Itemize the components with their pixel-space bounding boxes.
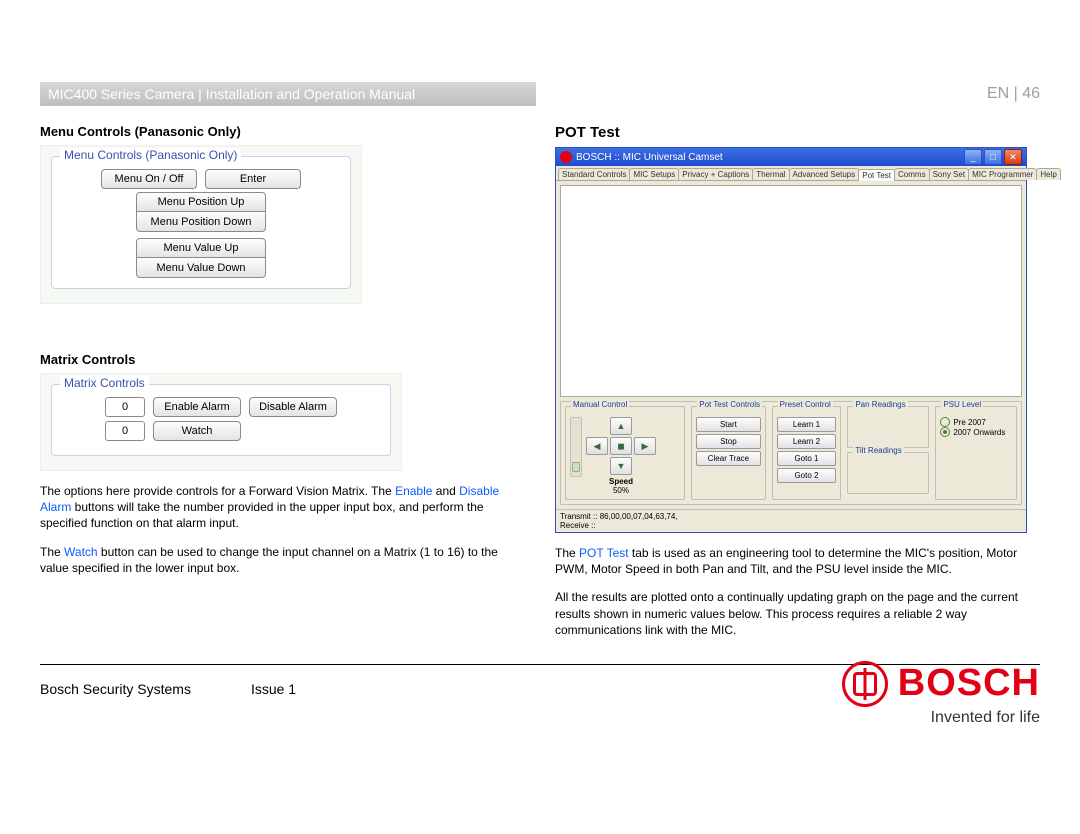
- tab-pot-test[interactable]: Pot Test: [858, 169, 895, 181]
- pot-test-heading: POT Test: [555, 124, 1040, 141]
- matrix-controls-panel: Matrix Controls Enable Alarm Disable Ala…: [40, 373, 402, 471]
- pot-test-controls-group: Pot Test Controls Start Stop Clear Trace: [691, 406, 765, 500]
- bosch-slogan: Invented for life: [842, 709, 1040, 727]
- maximize-button[interactable]: □: [984, 149, 1002, 165]
- watch-number-input[interactable]: [105, 421, 145, 441]
- matrix-description-2: The Watch button can be used to change t…: [40, 544, 525, 576]
- speed-label: Speed50%: [586, 477, 656, 495]
- tab-privacy-captions[interactable]: Privacy + Captions: [678, 168, 753, 180]
- bosch-logo-text: BOSCH: [898, 662, 1040, 705]
- preset-control-group: Preset Control Learn 1 Learn 2 Goto 1 Go…: [772, 406, 842, 500]
- receive-status: Receive ::: [560, 521, 1022, 530]
- camset-window: BOSCH :: MIC Universal Camset _ □ ✕ Stan…: [555, 147, 1027, 533]
- arrow-down-button[interactable]: ▼: [610, 457, 632, 475]
- menu-position-down-button[interactable]: Menu Position Down: [136, 212, 266, 232]
- menu-value-down-button[interactable]: Menu Value Down: [136, 258, 266, 278]
- tab-help[interactable]: Help: [1036, 168, 1060, 180]
- menu-value-up-button[interactable]: Menu Value Up: [136, 238, 266, 258]
- enable-alarm-button[interactable]: Enable Alarm: [153, 397, 241, 417]
- speed-slider[interactable]: [570, 417, 582, 477]
- status-bar: Transmit :: 86,00,00,07,04,63,74, Receiv…: [556, 509, 1026, 532]
- psu-level-group: PSU Level Pre 2007 2007 Onwards: [935, 406, 1017, 500]
- tab-bar: Standard ControlsMIC SetupsPrivacy + Cap…: [556, 166, 1026, 181]
- enter-button[interactable]: Enter: [205, 169, 301, 189]
- clear-trace-button[interactable]: Clear Trace: [696, 451, 760, 466]
- bosch-logo-icon: [842, 661, 888, 707]
- menu-controls-group: Menu Controls (Panasonic Only) Menu On /…: [51, 156, 351, 289]
- manual-control-group: Manual Control ▲ ◀ ◼ ▶: [565, 406, 685, 500]
- pan-readings-group: Pan Readings: [847, 406, 929, 448]
- learn-1-button[interactable]: Learn 1: [777, 417, 837, 432]
- lower-panel: Manual Control ▲ ◀ ◼ ▶: [560, 401, 1022, 505]
- footer-company: Bosch Security Systems: [40, 681, 191, 697]
- window-titlebar: BOSCH :: MIC Universal Camset _ □ ✕: [556, 148, 1026, 166]
- pot-test-description-1: The POT Test tab is used as an engineeri…: [555, 545, 1040, 577]
- tab-mic-setups[interactable]: MIC Setups: [629, 168, 679, 180]
- learn-2-button[interactable]: Learn 2: [777, 434, 837, 449]
- matrix-controls-group-title: Matrix Controls: [60, 376, 149, 390]
- manual-control-title: Manual Control: [571, 400, 629, 409]
- close-button[interactable]: ✕: [1004, 149, 1022, 165]
- goto-1-button[interactable]: Goto 1: [777, 451, 837, 466]
- matrix-description-1: The options here provide controls for a …: [40, 483, 525, 532]
- psu-level-title: PSU Level: [941, 400, 983, 409]
- app-icon: [560, 151, 572, 163]
- menu-controls-panel: Menu Controls (Panasonic Only) Menu On /…: [40, 145, 362, 304]
- header-title: MIC400 Series Camera | Installation and …: [40, 82, 536, 106]
- arrow-left-button[interactable]: ◀: [586, 437, 608, 455]
- tab-mic-programmer[interactable]: MIC Programmer: [968, 168, 1037, 180]
- tilt-readings-title: Tilt Readings: [853, 446, 903, 455]
- matrix-controls-group: Matrix Controls Enable Alarm Disable Ala…: [51, 384, 391, 456]
- matrix-controls-heading: Matrix Controls: [40, 352, 525, 367]
- psu-pre2007-radio[interactable]: Pre 2007: [940, 417, 1012, 427]
- pot-test-controls-title: Pot Test Controls: [697, 400, 762, 409]
- tab-sony-set[interactable]: Sony Set: [929, 168, 969, 180]
- graph-canvas: [560, 185, 1022, 397]
- psu-2007onwards-radio[interactable]: 2007 Onwards: [940, 427, 1012, 437]
- tab-thermal[interactable]: Thermal: [752, 168, 789, 180]
- stop-button[interactable]: Stop: [696, 434, 760, 449]
- page-number: EN | 46: [987, 85, 1040, 103]
- minimize-button[interactable]: _: [964, 149, 982, 165]
- footer-issue: Issue 1: [251, 681, 296, 697]
- bosch-logo: BOSCH Invented for life: [842, 661, 1040, 727]
- tilt-readings-group: Tilt Readings: [847, 452, 929, 494]
- watch-button[interactable]: Watch: [153, 421, 241, 441]
- menu-controls-heading: Menu Controls (Panasonic Only): [40, 124, 525, 139]
- start-button[interactable]: Start: [696, 417, 760, 432]
- pan-readings-title: Pan Readings: [853, 400, 907, 409]
- tab-comms[interactable]: Comms: [894, 168, 930, 180]
- menu-position-up-button[interactable]: Menu Position Up: [136, 192, 266, 212]
- arrow-right-button[interactable]: ▶: [634, 437, 656, 455]
- tab-standard-controls[interactable]: Standard Controls: [558, 168, 630, 180]
- preset-control-title: Preset Control: [778, 400, 833, 409]
- menu-controls-group-title: Menu Controls (Panasonic Only): [60, 148, 241, 162]
- pot-test-description-2: All the results are plotted onto a conti…: [555, 589, 1040, 638]
- menu-onoff-button[interactable]: Menu On / Off: [101, 169, 197, 189]
- arrow-center-button[interactable]: ◼: [610, 437, 632, 455]
- transmit-status: Transmit :: 86,00,00,07,04,63,74,: [560, 512, 1022, 521]
- tab-advanced-setups[interactable]: Advanced Setups: [789, 168, 860, 180]
- window-title: BOSCH :: MIC Universal Camset: [576, 152, 723, 163]
- disable-alarm-button[interactable]: Disable Alarm: [249, 397, 337, 417]
- arrow-up-button[interactable]: ▲: [610, 417, 632, 435]
- alarm-number-input[interactable]: [105, 397, 145, 417]
- goto-2-button[interactable]: Goto 2: [777, 468, 837, 483]
